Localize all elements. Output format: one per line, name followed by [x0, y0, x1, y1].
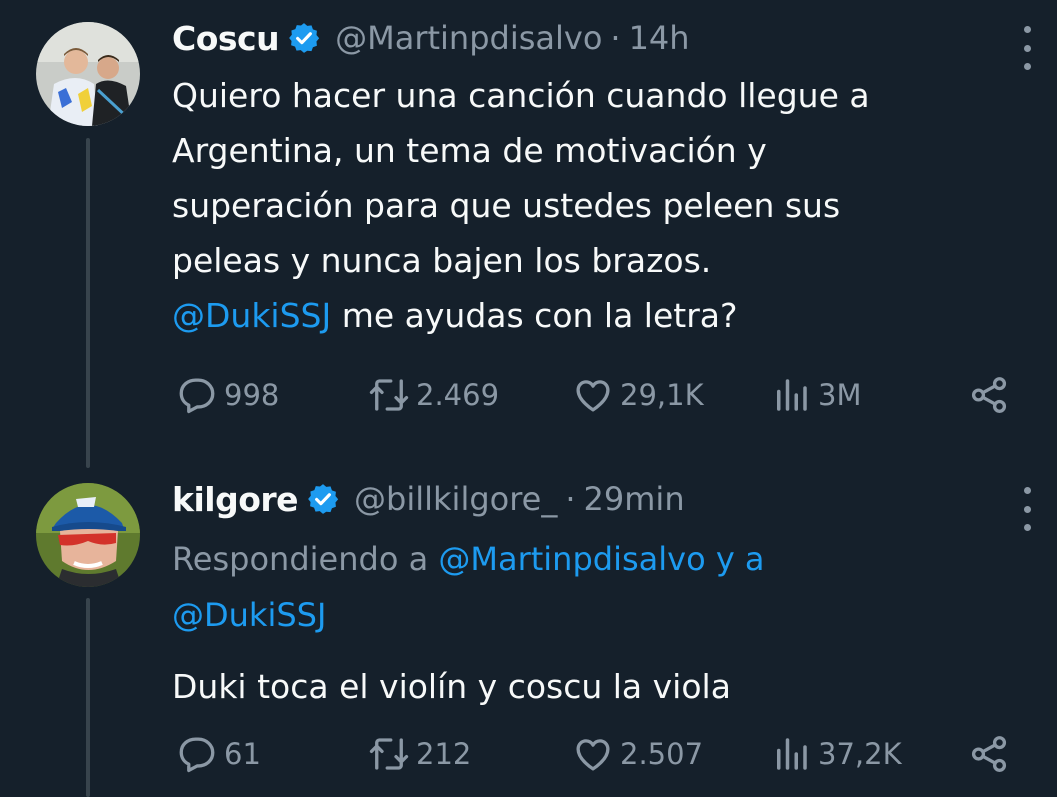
like-button[interactable]: 29,1K [572, 370, 704, 420]
timestamp[interactable]: 14h [629, 19, 690, 57]
tweet-actions: 61 212 2.507 37,2K [172, 729, 1022, 779]
mention-martinpdisalvo[interactable]: @Martinpdisalvo [438, 540, 705, 578]
thread-line-bottom [86, 598, 90, 797]
display-name[interactable]: Coscu [172, 19, 280, 58]
more-options-icon[interactable] [1021, 26, 1033, 70]
heart-icon [576, 380, 610, 412]
retweet-button[interactable]: 212 [368, 729, 471, 779]
separator-dot: · [610, 19, 621, 57]
reply-icon [179, 378, 215, 414]
mention-dukissj[interactable]: @DukiSSJ [172, 296, 331, 335]
timestamp[interactable]: 29min [584, 480, 685, 518]
replying-to-prefix: Respondiendo a [172, 540, 439, 578]
views-icon [777, 738, 807, 770]
replying-to: Respondiendo a @Martinpdisalvo y a @DukiS… [172, 531, 1057, 643]
tweet-header: Coscu @Martinpdisalvo · 14h [172, 16, 1057, 60]
like-count: 2.507 [620, 737, 704, 771]
share-icon [971, 377, 1007, 413]
views-button[interactable]: 37,2K [770, 729, 902, 779]
retweet-count: 2.469 [416, 378, 500, 412]
avatar-kilgore[interactable] [36, 483, 140, 587]
avatar-coscu[interactable] [36, 22, 140, 126]
tweet-text: Duki toca el violín y coscu la viola [172, 667, 731, 706]
reply-icon [179, 737, 215, 773]
views-count: 3M [818, 378, 862, 412]
user-handle[interactable]: @billkilgore_ [354, 480, 557, 518]
heart-icon [576, 739, 610, 771]
tweet-text: Quiero hacer una canción cuando llegue a… [172, 68, 1057, 343]
views-button[interactable]: 3M [770, 370, 861, 420]
retweet-button[interactable]: 2.469 [368, 370, 499, 420]
like-button[interactable]: 2.507 [572, 729, 703, 779]
like-count: 29,1K [620, 378, 704, 412]
tweet-coscu[interactable]: Coscu @Martinpdisalvo · 14h Quiero hacer… [172, 16, 1057, 343]
views-count: 37,2K [818, 737, 902, 771]
reply-button[interactable]: 998 [176, 370, 279, 420]
views-icon [777, 379, 807, 411]
tweet-text-main: Quiero hacer una canción cuando llegue a… [172, 76, 870, 280]
retweet-icon [369, 738, 409, 770]
thread-line-top [86, 138, 90, 468]
tweet-kilgore[interactable]: kilgore @billkilgore_ · 29min Respondien… [172, 477, 1057, 714]
share-icon [971, 736, 1007, 772]
verified-badge-icon[interactable] [306, 482, 340, 516]
more-options-icon[interactable] [1021, 487, 1033, 531]
retweet-icon [369, 379, 409, 411]
replying-to-conjunction: y a [705, 540, 765, 578]
share-button[interactable] [968, 729, 1010, 779]
avatar-kilgore-image [36, 483, 140, 587]
reply-count: 998 [224, 378, 280, 412]
tweet-header: kilgore @billkilgore_ · 29min [172, 477, 1057, 521]
mention-dukissj[interactable]: @DukiSSJ [172, 596, 326, 634]
tweet-text-tail: me ayudas con la letra? [331, 296, 738, 335]
display-name[interactable]: kilgore [172, 480, 299, 519]
tweet-actions: 998 2.469 29,1K 3M [172, 370, 1022, 420]
user-handle[interactable]: @Martinpdisalvo [335, 19, 602, 57]
avatar-coscu-image [36, 22, 140, 126]
verified-badge-icon[interactable] [287, 21, 321, 55]
reply-button[interactable]: 61 [176, 729, 261, 779]
share-button[interactable] [968, 370, 1010, 420]
retweet-count: 212 [416, 737, 472, 771]
reply-count: 61 [224, 737, 261, 771]
separator-dot: · [565, 480, 576, 518]
